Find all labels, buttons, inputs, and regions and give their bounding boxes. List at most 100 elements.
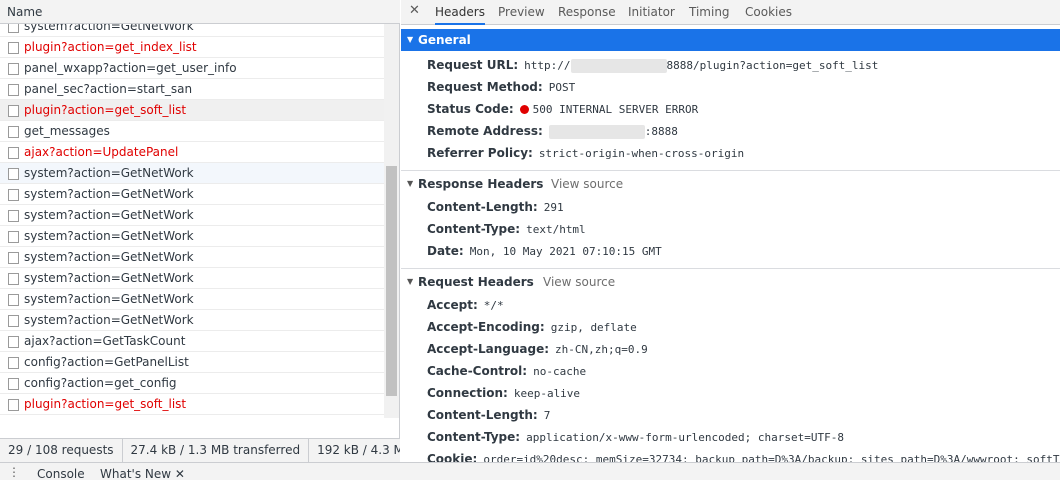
drawer-tab-whats-new[interactable]: What's New ✕: [100, 467, 185, 480]
request-type-icon: [8, 315, 19, 327]
header-value: text/html: [526, 223, 586, 236]
request-row[interactable]: ajax?action=GetTaskCount: [0, 331, 384, 352]
request-row[interactable]: ajax?action=UpdatePanel: [0, 142, 384, 163]
request-list: system?action=GetNetWork plugin?action=ge…: [0, 24, 384, 418]
header-name: Date:: [427, 244, 464, 258]
tab-cookies[interactable]: Cookies: [745, 0, 792, 25]
referrer-policy-value: strict-origin-when-cross-origin: [538, 147, 745, 160]
header-value: Mon, 10 May 2021 07:10:15 GMT: [469, 245, 662, 258]
header-value: application/x-www-form-urlencoded; chars…: [526, 431, 844, 444]
name-column-header[interactable]: Name: [0, 0, 400, 24]
request-row[interactable]: get_messages: [0, 121, 384, 142]
header-name: Content-Type:: [427, 430, 521, 444]
header-name: Content-Length:: [427, 200, 538, 214]
request-type-icon: [8, 273, 19, 285]
tab-response[interactable]: Response: [558, 0, 616, 25]
tab-timing[interactable]: Timing: [689, 0, 730, 25]
request-type-icon: [8, 399, 19, 411]
details-tabbar: ✕ Headers Preview Response Initiator Tim…: [401, 0, 1060, 25]
request-name: config?action=get_config: [24, 376, 177, 390]
general-section-header[interactable]: ▼ General: [401, 29, 1060, 51]
request-method-row: Request Method: POST: [427, 78, 575, 96]
request-view-source-link[interactable]: View source: [543, 269, 615, 295]
request-list-scrollbar[interactable]: [384, 24, 399, 418]
request-row[interactable]: system?action=GetNetWork: [0, 310, 384, 331]
header-row: Cache-Control: no-cache: [427, 362, 586, 380]
drawer-menu-icon[interactable]: ⋮: [8, 465, 20, 479]
request-row[interactable]: system?action=GetNetWork: [0, 24, 384, 37]
request-row[interactable]: system?action=GetNetWork: [0, 184, 384, 205]
close-icon[interactable]: ✕: [175, 467, 185, 480]
request-details-pane: ✕ Headers Preview Response Initiator Tim…: [401, 0, 1060, 462]
header-row: Accept-Encoding: gzip, deflate: [427, 318, 637, 336]
header-value: no-cache: [533, 365, 587, 378]
request-row[interactable]: system?action=GetNetWork: [0, 247, 384, 268]
tab-headers[interactable]: Headers: [435, 0, 485, 25]
request-name: system?action=GetNetWork: [24, 229, 194, 243]
request-name: panel_sec?action=start_san: [24, 82, 193, 96]
response-view-source-link[interactable]: View source: [551, 171, 623, 197]
request-name: plugin?action=get_soft_list: [24, 103, 187, 117]
referrer-policy-row: Referrer Policy: strict-origin-when-cross…: [427, 144, 744, 162]
request-type-icon: [8, 336, 19, 348]
request-row[interactable]: config?action=get_config: [0, 373, 384, 394]
request-url-label: Request URL:: [427, 58, 519, 72]
header-row: Accept-Language: zh-CN,zh;q=0.9: [427, 340, 648, 358]
response-headers-section-header[interactable]: ▼ Response Headers View source: [401, 170, 1060, 196]
request-type-icon: [8, 189, 19, 201]
header-row: Cookie: order=id%20desc; memSize=32734; b…: [427, 450, 1060, 462]
tab-preview[interactable]: Preview: [498, 0, 545, 25]
header-row: Content-Length: 7: [427, 406, 550, 424]
header-row: Date: Mon, 10 May 2021 07:10:15 GMT: [427, 242, 662, 260]
request-row[interactable]: system?action=GetNetWork: [0, 163, 384, 184]
header-name: Cookie:: [427, 452, 478, 462]
header-row: Content-Length: 291: [427, 198, 564, 216]
request-name: system?action=GetNetWork: [24, 250, 194, 264]
header-row: Connection: keep-alive: [427, 384, 580, 402]
header-value: */*: [483, 299, 504, 312]
scrollbar-thumb[interactable]: [386, 166, 397, 396]
transferred-size: 27.4 kB / 1.3 MB transferred: [123, 439, 310, 462]
request-row[interactable]: panel_sec?action=start_san: [0, 79, 384, 100]
collapse-triangle-icon: ▼: [407, 179, 414, 188]
request-url-suffix: 8888/plugin?action=get_soft_list: [666, 59, 879, 72]
header-row: Accept: */*: [427, 296, 504, 314]
close-icon[interactable]: ✕: [409, 3, 420, 18]
header-name: Accept-Language:: [427, 342, 550, 356]
tab-initiator[interactable]: Initiator: [628, 0, 675, 25]
request-row[interactable]: plugin?action=get_soft_list: [0, 394, 384, 415]
bottom-drawer: ⋮ Console What's New ✕: [0, 462, 1060, 480]
header-name: Accept:: [427, 298, 478, 312]
request-row[interactable]: system?action=GetNetWork: [0, 289, 384, 310]
whats-new-label: What's New: [100, 467, 172, 480]
collapse-triangle-icon: ▼: [407, 35, 414, 44]
request-row[interactable]: config?action=GetPanelList: [0, 352, 384, 373]
request-row[interactable]: system?action=GetNetWork: [0, 205, 384, 226]
request-name: get_messages: [24, 124, 110, 138]
request-name: system?action=GetNetWork: [24, 166, 194, 180]
remote-address-suffix: :8888: [644, 125, 678, 138]
request-row[interactable]: plugin?action=get_soft_list: [0, 100, 384, 121]
request-row[interactable]: system?action=GetNetWork: [0, 268, 384, 289]
header-row: Content-Type: application/x-www-form-urle…: [427, 428, 844, 446]
redacted-host: [570, 58, 667, 73]
request-row[interactable]: plugin?action=get_index_list: [0, 37, 384, 58]
referrer-policy-label: Referrer Policy:: [427, 146, 533, 160]
request-headers-section-header[interactable]: ▼ Request Headers View source: [401, 268, 1060, 294]
request-name: system?action=GetNetWork: [24, 187, 194, 201]
request-row[interactable]: system?action=GetNetWork: [0, 226, 384, 247]
request-name: system?action=GetNetWork: [24, 292, 194, 306]
response-headers-title: Response Headers: [418, 177, 544, 191]
remote-address-row: Remote Address::8888: [427, 122, 678, 140]
request-row[interactable]: ssl?action=GetUserInfo: [0, 415, 384, 418]
request-count: 29 / 108 requests: [0, 439, 123, 462]
header-name: Cache-Control:: [427, 364, 528, 378]
general-section-title: General: [418, 33, 471, 47]
network-status-bar: 29 / 108 requests 27.4 kB / 1.3 MB transf…: [0, 438, 400, 462]
header-value: 7: [543, 409, 551, 422]
drawer-tab-console[interactable]: Console: [37, 467, 85, 480]
request-type-icon: [8, 126, 19, 138]
request-type-icon: [8, 84, 19, 96]
header-value: 291: [543, 201, 564, 214]
request-row[interactable]: panel_wxapp?action=get_user_info: [0, 58, 384, 79]
